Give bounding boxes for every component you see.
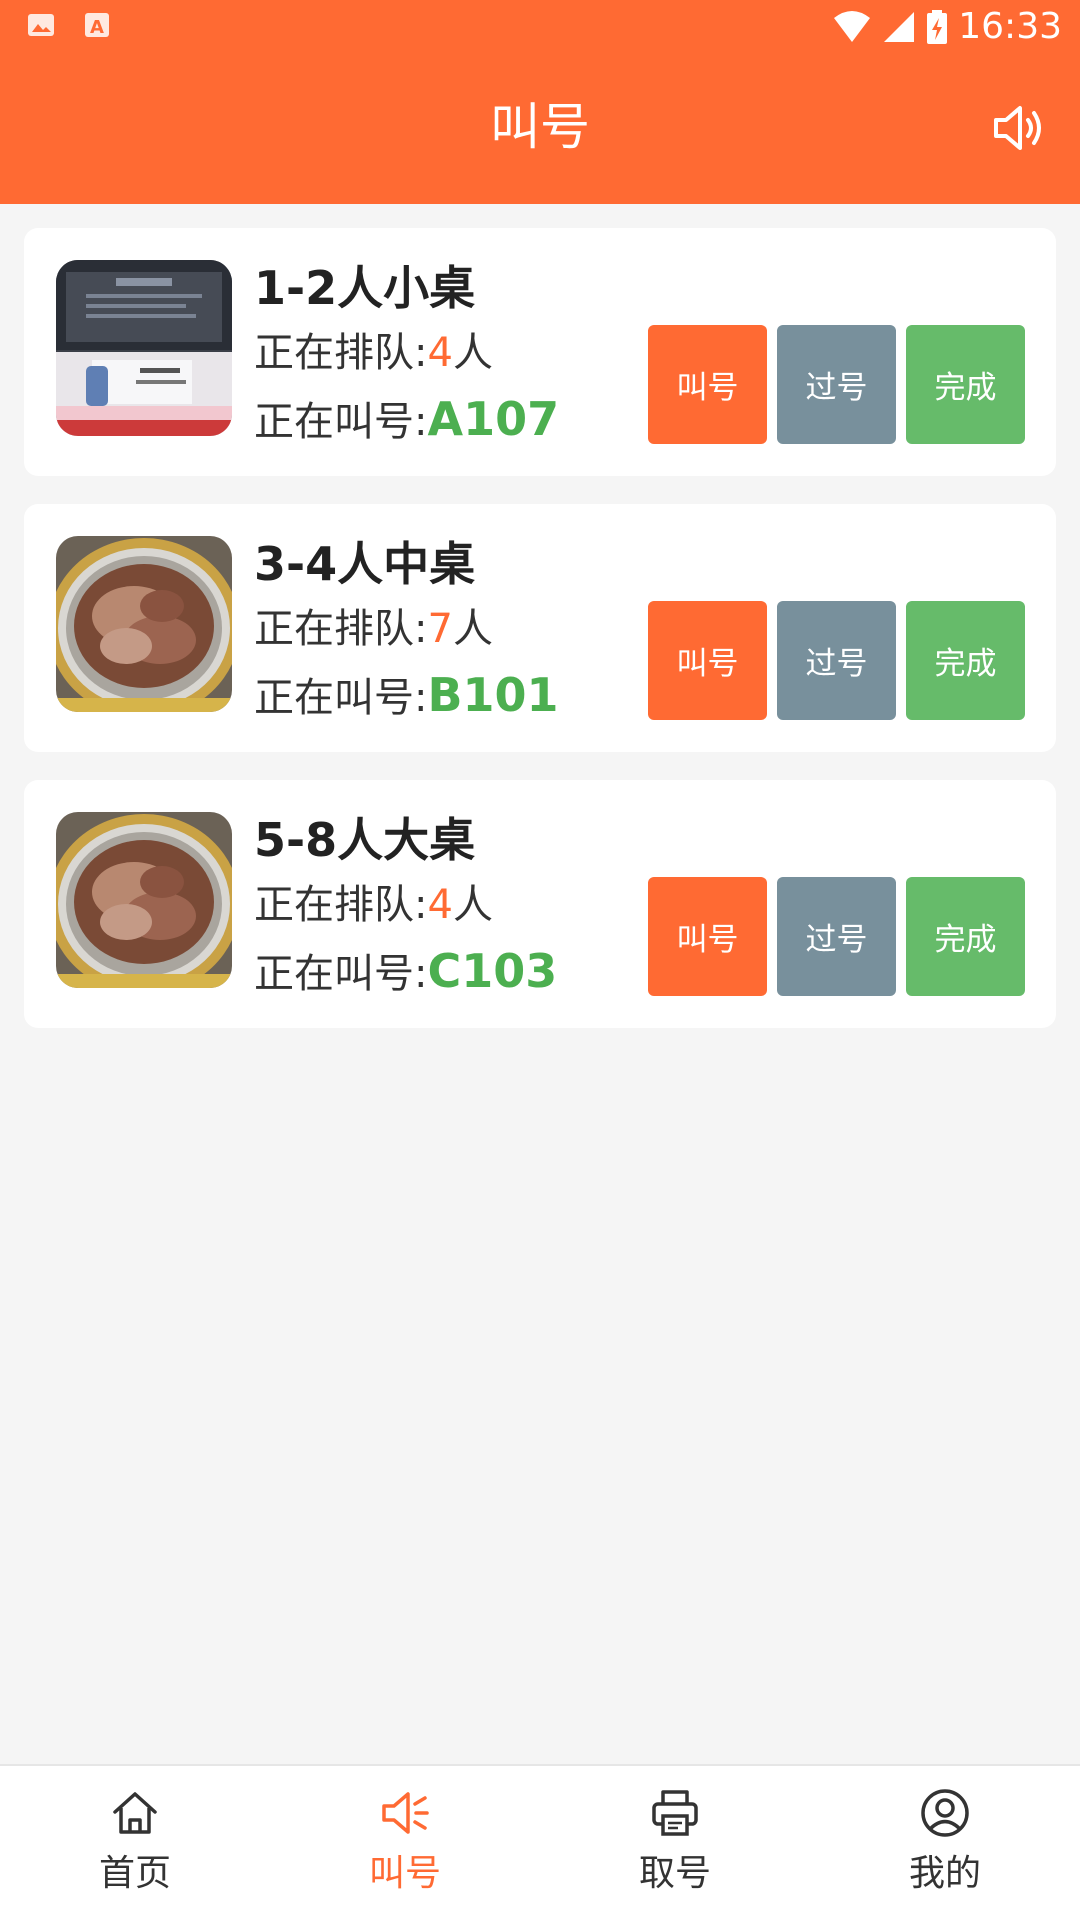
calling-status: 正在叫号:A107: [254, 386, 559, 455]
queue-actions: 叫号 过号 完成: [648, 877, 1025, 996]
profile-icon: [921, 1789, 969, 1837]
queue-count: 4: [427, 330, 453, 376]
nav-label-call: 叫号: [368, 1853, 441, 1894]
queue-status: 正在排队:7人: [254, 596, 559, 662]
megaphone-icon: [382, 1792, 429, 1834]
calling-number: B101: [427, 668, 559, 722]
queue-unit: 人: [452, 882, 493, 928]
queue-unit: 人: [452, 330, 493, 376]
queue-label: 正在排队:: [254, 606, 428, 652]
call-button[interactable]: 叫号: [648, 877, 767, 996]
queue-status: 正在排队:4人: [254, 872, 557, 938]
pass-button[interactable]: 过号: [777, 601, 896, 720]
nav-item-call[interactable]: 叫号: [270, 1766, 540, 1922]
queue-info: 3-4人中桌 正在排队:7人 正在叫号:B101: [254, 532, 559, 731]
calling-label: 正在叫号:: [254, 951, 428, 997]
nav-label-home: 首页: [98, 1853, 171, 1894]
queue-thumbnail-bbq: [56, 536, 232, 712]
queue-actions: 叫号 过号 完成: [648, 325, 1025, 444]
image-notification-icon: [28, 14, 54, 36]
printer-icon: [652, 1790, 698, 1836]
queue-count: 7: [427, 606, 453, 652]
queue-list: 1-2人小桌 正在排队:4人 正在叫号:A107 叫号 过号 完成 3-4人中桌…: [24, 228, 1056, 1056]
calling-label: 正在叫号:: [254, 675, 428, 721]
bbq-plate-photo: [56, 536, 232, 712]
page-title: 叫号: [490, 98, 590, 156]
bottom-nav: 首页 叫号 取号 我的: [0, 1764, 1080, 1922]
home-icon: [113, 1792, 157, 1834]
pass-button[interactable]: 过号: [777, 877, 896, 996]
battery-charging-icon: [927, 9, 948, 44]
nav-item-take-number[interactable]: 取号: [540, 1766, 810, 1922]
done-button[interactable]: 完成: [906, 877, 1025, 996]
pass-button[interactable]: 过号: [777, 325, 896, 444]
svg-text:A: A: [90, 17, 104, 38]
queue-label: 正在排队:: [254, 330, 428, 376]
queue-thumbnail-bbq: [56, 812, 232, 988]
queue-label: 正在排队:: [254, 882, 428, 928]
calling-label: 正在叫号:: [254, 399, 428, 445]
speaker-icon[interactable]: [990, 98, 1050, 158]
promo-photo: [56, 260, 232, 436]
queue-status: 正在排队:4人: [254, 320, 559, 386]
queue-thumbnail-promo: [56, 260, 232, 436]
status-left-icons: A: [26, 10, 112, 40]
queue-card: 1-2人小桌 正在排队:4人 正在叫号:A107 叫号 过号 完成: [24, 228, 1056, 476]
queue-card: 3-4人中桌 正在排队:7人 正在叫号:B101 叫号 过号 完成: [24, 504, 1056, 752]
nav-item-mine[interactable]: 我的: [810, 1766, 1080, 1922]
wifi-icon: [834, 10, 871, 42]
done-button[interactable]: 完成: [906, 601, 1025, 720]
calling-status: 正在叫号:B101: [254, 662, 559, 731]
bbq-plate-photo: [56, 812, 232, 988]
status-time: 16:33: [958, 6, 1062, 47]
queue-info: 1-2人小桌 正在排队:4人 正在叫号:A107: [254, 256, 559, 455]
nav-item-home[interactable]: 首页: [0, 1766, 270, 1922]
top-app-bar: A 16:33 叫号: [0, 0, 1080, 204]
call-button[interactable]: 叫号: [648, 601, 767, 720]
table-type-name: 3-4人中桌: [254, 537, 476, 591]
status-bar: A 16:33: [0, 0, 1080, 56]
queue-unit: 人: [452, 606, 493, 652]
table-type-name: 5-8人大桌: [254, 813, 476, 867]
queue-card: 5-8人大桌 正在排队:4人 正在叫号:C103 叫号 过号 完成: [24, 780, 1056, 1028]
calling-number: C103: [427, 944, 558, 998]
signal-icon: [884, 11, 915, 42]
table-type-name: 1-2人小桌: [254, 261, 476, 315]
nav-label-take-number: 取号: [638, 1853, 711, 1894]
nav-label-mine: 我的: [908, 1853, 981, 1894]
status-right-icons: 16:33: [832, 6, 1062, 47]
call-button[interactable]: 叫号: [648, 325, 767, 444]
queue-info: 5-8人大桌 正在排队:4人 正在叫号:C103: [254, 808, 557, 1007]
queue-actions: 叫号 过号 完成: [648, 601, 1025, 720]
done-button[interactable]: 完成: [906, 325, 1025, 444]
queue-count: 4: [427, 882, 453, 928]
calling-status: 正在叫号:C103: [254, 938, 557, 1007]
calling-number: A107: [427, 392, 560, 446]
text-notification-icon: A: [85, 13, 109, 38]
